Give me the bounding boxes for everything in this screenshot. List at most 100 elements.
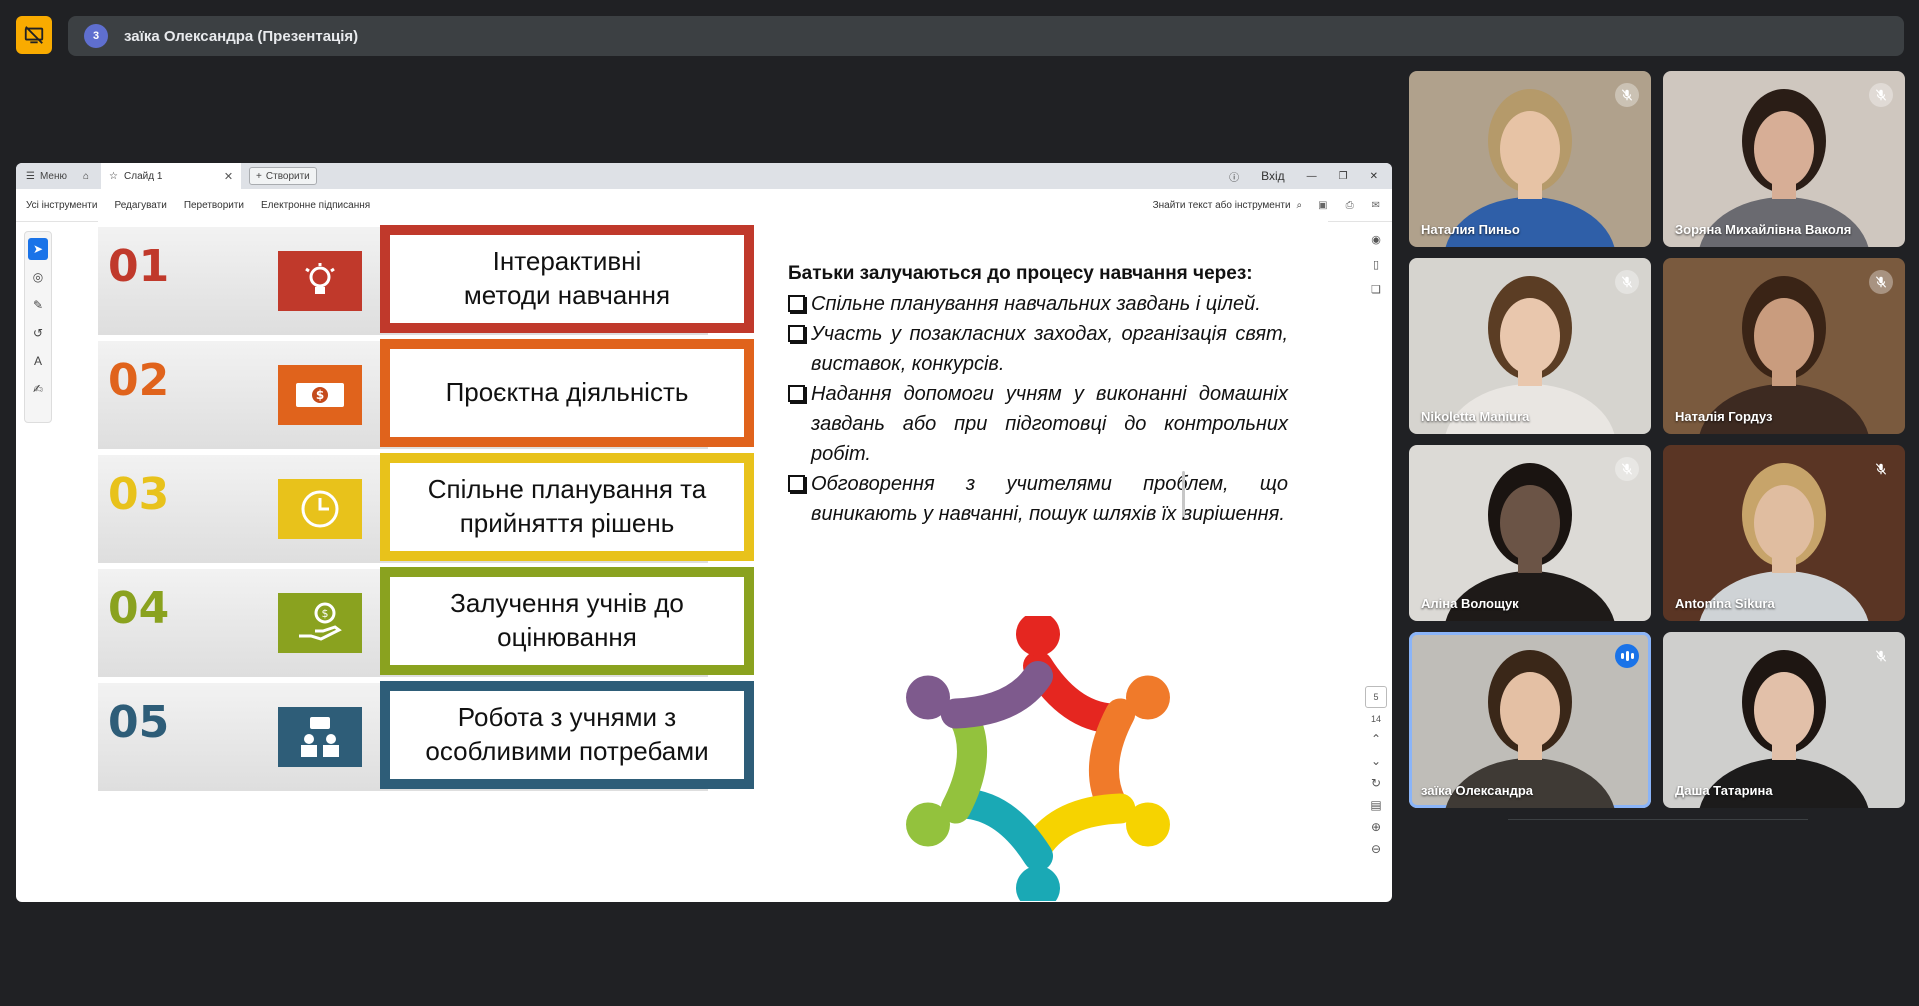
close-window-icon[interactable]: ✕ bbox=[1370, 171, 1378, 182]
viewer-menu-button[interactable]: ☰ Меню bbox=[26, 171, 67, 182]
steps-infographic: 01 Інтерактивні методи навчання 02 $ Проєктн… bbox=[98, 221, 758, 902]
pen-tool-icon[interactable]: ✎ bbox=[28, 294, 48, 316]
checkbox-bullet-icon bbox=[788, 325, 805, 342]
bullet-item: Обговорення з учителями проблем, що вини… bbox=[788, 469, 1288, 529]
close-tab-icon[interactable]: ✕ bbox=[224, 170, 233, 183]
parents-involvement-text: Батьки залучаються до процесу навчання ч… bbox=[788, 263, 1288, 529]
bullet-text: Спільне планування навчальних завдань і … bbox=[811, 293, 1261, 315]
slide-scrollbar[interactable] bbox=[1182, 471, 1185, 517]
ai-assistant-icon[interactable]: ◉ bbox=[1371, 233, 1381, 246]
participant-video bbox=[1699, 89, 1869, 247]
participant-tile[interactable]: Наталия Пиньо bbox=[1409, 71, 1651, 247]
presentation-stop-button[interactable] bbox=[16, 16, 52, 54]
step-number: 04 bbox=[108, 583, 170, 634]
participant-tile[interactable]: Nikoletta Maniura bbox=[1409, 258, 1651, 434]
participant-name: Наталія Гордуз bbox=[1675, 409, 1773, 424]
star-icon[interactable]: ☆ bbox=[109, 171, 118, 182]
restore-icon[interactable]: ❐ bbox=[1339, 171, 1348, 182]
teamwork-head bbox=[1016, 866, 1060, 901]
pages-icon[interactable]: ❏ bbox=[1371, 283, 1381, 296]
viewer-right-rail: ◉ ▯ ❏ 5 14 ⌃ ⌄ ↻ ▤ ⊕ ⊖ bbox=[1360, 221, 1392, 902]
teamwork-figure bbox=[949, 788, 1053, 871]
step-text: Спільне планування та прийняття рішень bbox=[427, 474, 707, 538]
home-icon[interactable]: ⌂ bbox=[83, 171, 89, 182]
fit-page-icon[interactable]: ▤ bbox=[1370, 798, 1381, 812]
teamwork-figure bbox=[940, 661, 1053, 729]
checkbox-bullet-icon bbox=[788, 295, 805, 312]
current-page-indicator[interactable]: 5 bbox=[1365, 686, 1387, 708]
presentation-title: заїка Олександра (Презентація) bbox=[124, 27, 359, 45]
checkbox-bullet-icon bbox=[788, 475, 805, 492]
comment-tool-icon[interactable]: ◎ bbox=[28, 266, 48, 288]
participant-tile[interactable]: Аліна Волощук bbox=[1409, 445, 1651, 621]
participant-video bbox=[1699, 463, 1869, 621]
find-tools-label: Знайти текст або інструменти bbox=[1152, 199, 1291, 211]
menu-e-sign[interactable]: Електронне підписання bbox=[261, 200, 370, 211]
step-text: Інтерактивні методи навчання bbox=[463, 246, 671, 310]
menu-edit[interactable]: Редагувати bbox=[114, 200, 166, 211]
save-icon[interactable]: ▣ bbox=[1318, 200, 1327, 211]
present-off-icon bbox=[24, 26, 44, 44]
help-icon[interactable]: ⓘ bbox=[1229, 169, 1239, 184]
zoom-out-icon[interactable]: ⊖ bbox=[1371, 842, 1381, 856]
menu-convert[interactable]: Перетворити bbox=[184, 200, 244, 211]
step-02: 02 $ Проєктна діяльність bbox=[98, 335, 758, 455]
cursor-tool-icon[interactable]: ➤ bbox=[28, 238, 48, 260]
plus-icon: + bbox=[256, 170, 262, 182]
teamwork-figure bbox=[1088, 698, 1136, 819]
bullet-text: Надання допомоги учням у виконанні домаш… bbox=[811, 383, 1288, 465]
menu-all-tools[interactable]: Усі інструменти bbox=[26, 200, 97, 211]
zoom-in-icon[interactable]: ⊕ bbox=[1371, 820, 1381, 834]
login-button[interactable]: Вхід bbox=[1261, 169, 1285, 183]
bullet-text: Участь у позакласних заходах, організаці… bbox=[811, 323, 1288, 375]
svg-text:$: $ bbox=[316, 388, 324, 402]
tab-label: Слайд 1 bbox=[124, 170, 163, 182]
lightbulb-icon bbox=[278, 251, 362, 311]
create-tab-button[interactable]: + Створити bbox=[249, 167, 317, 185]
chevron-up-icon[interactable]: ⌃ bbox=[1371, 732, 1381, 746]
participant-tile[interactable]: Antonina Sikura bbox=[1663, 445, 1905, 621]
participant-name: Antonina Sikura bbox=[1675, 596, 1775, 611]
mic-off-icon bbox=[1615, 457, 1639, 481]
mic-off-icon bbox=[1615, 270, 1639, 294]
stamp-tool-icon[interactable]: ✍ bbox=[28, 378, 48, 400]
participant-name: Nikoletta Maniura bbox=[1421, 409, 1530, 424]
mic-off-icon bbox=[1615, 83, 1639, 107]
teamwork-circle-icon bbox=[906, 616, 1170, 901]
minimize-icon[interactable]: — bbox=[1307, 171, 1317, 182]
group-icon bbox=[278, 707, 362, 767]
participant-tile[interactable]: Наталія Гордуз bbox=[1663, 258, 1905, 434]
email-icon[interactable]: ✉ bbox=[1372, 200, 1380, 211]
chevron-down-icon[interactable]: ⌄ bbox=[1371, 754, 1381, 768]
teamwork-head bbox=[906, 802, 951, 847]
find-tools-search[interactable]: Знайти текст або інструменти ⌕ bbox=[1153, 200, 1303, 211]
text-tool-icon[interactable]: A bbox=[28, 350, 48, 372]
lasso-tool-icon[interactable]: ↺ bbox=[28, 322, 48, 344]
step-number: 05 bbox=[108, 697, 170, 748]
participant-name: заїка Олександра bbox=[1421, 783, 1534, 798]
checkbox-bullet-icon bbox=[788, 385, 805, 402]
participant-tile[interactable]: заїка Олександра bbox=[1409, 632, 1651, 808]
participant-name: Наталия Пиньо bbox=[1421, 222, 1520, 237]
money-icon: $ bbox=[278, 365, 362, 425]
step-text: Проєктна діяльність bbox=[445, 377, 689, 408]
tab-slide-1[interactable]: ☆ Слайд 1 ✕ bbox=[101, 163, 242, 189]
step-number: 01 bbox=[108, 241, 170, 292]
participant-video bbox=[1445, 89, 1615, 247]
participant-tile[interactable]: Даша Татарина bbox=[1663, 632, 1905, 808]
participant-count-badge[interactable]: 3 bbox=[84, 24, 108, 48]
participant-tile[interactable]: Зоряна Михайлівна Ваколя bbox=[1663, 71, 1905, 247]
step-text: Робота з учнями з особливими потребами bbox=[425, 702, 709, 766]
annotation-toolbar: ➤ ◎ ✎ ↺ A ✍ bbox=[24, 231, 52, 423]
teamwork-head bbox=[1125, 802, 1170, 847]
total-pages: 14 bbox=[1370, 714, 1381, 724]
viewer-menu-label: Меню bbox=[39, 170, 67, 182]
step-card: Робота з учнями з особливими потребами bbox=[380, 681, 754, 789]
step-04: 04 $ Залучення учнів до оцінювання bbox=[98, 563, 758, 683]
step-number: 03 bbox=[108, 469, 170, 520]
rotate-icon[interactable]: ↻ bbox=[1371, 776, 1381, 790]
bookmark-icon[interactable]: ▯ bbox=[1373, 258, 1379, 271]
create-tab-label: Створити bbox=[265, 170, 310, 182]
print-icon[interactable]: ⎙ bbox=[1346, 200, 1354, 211]
presentation-title-bar: 3 заїка Олександра (Презентація) bbox=[68, 16, 1904, 56]
